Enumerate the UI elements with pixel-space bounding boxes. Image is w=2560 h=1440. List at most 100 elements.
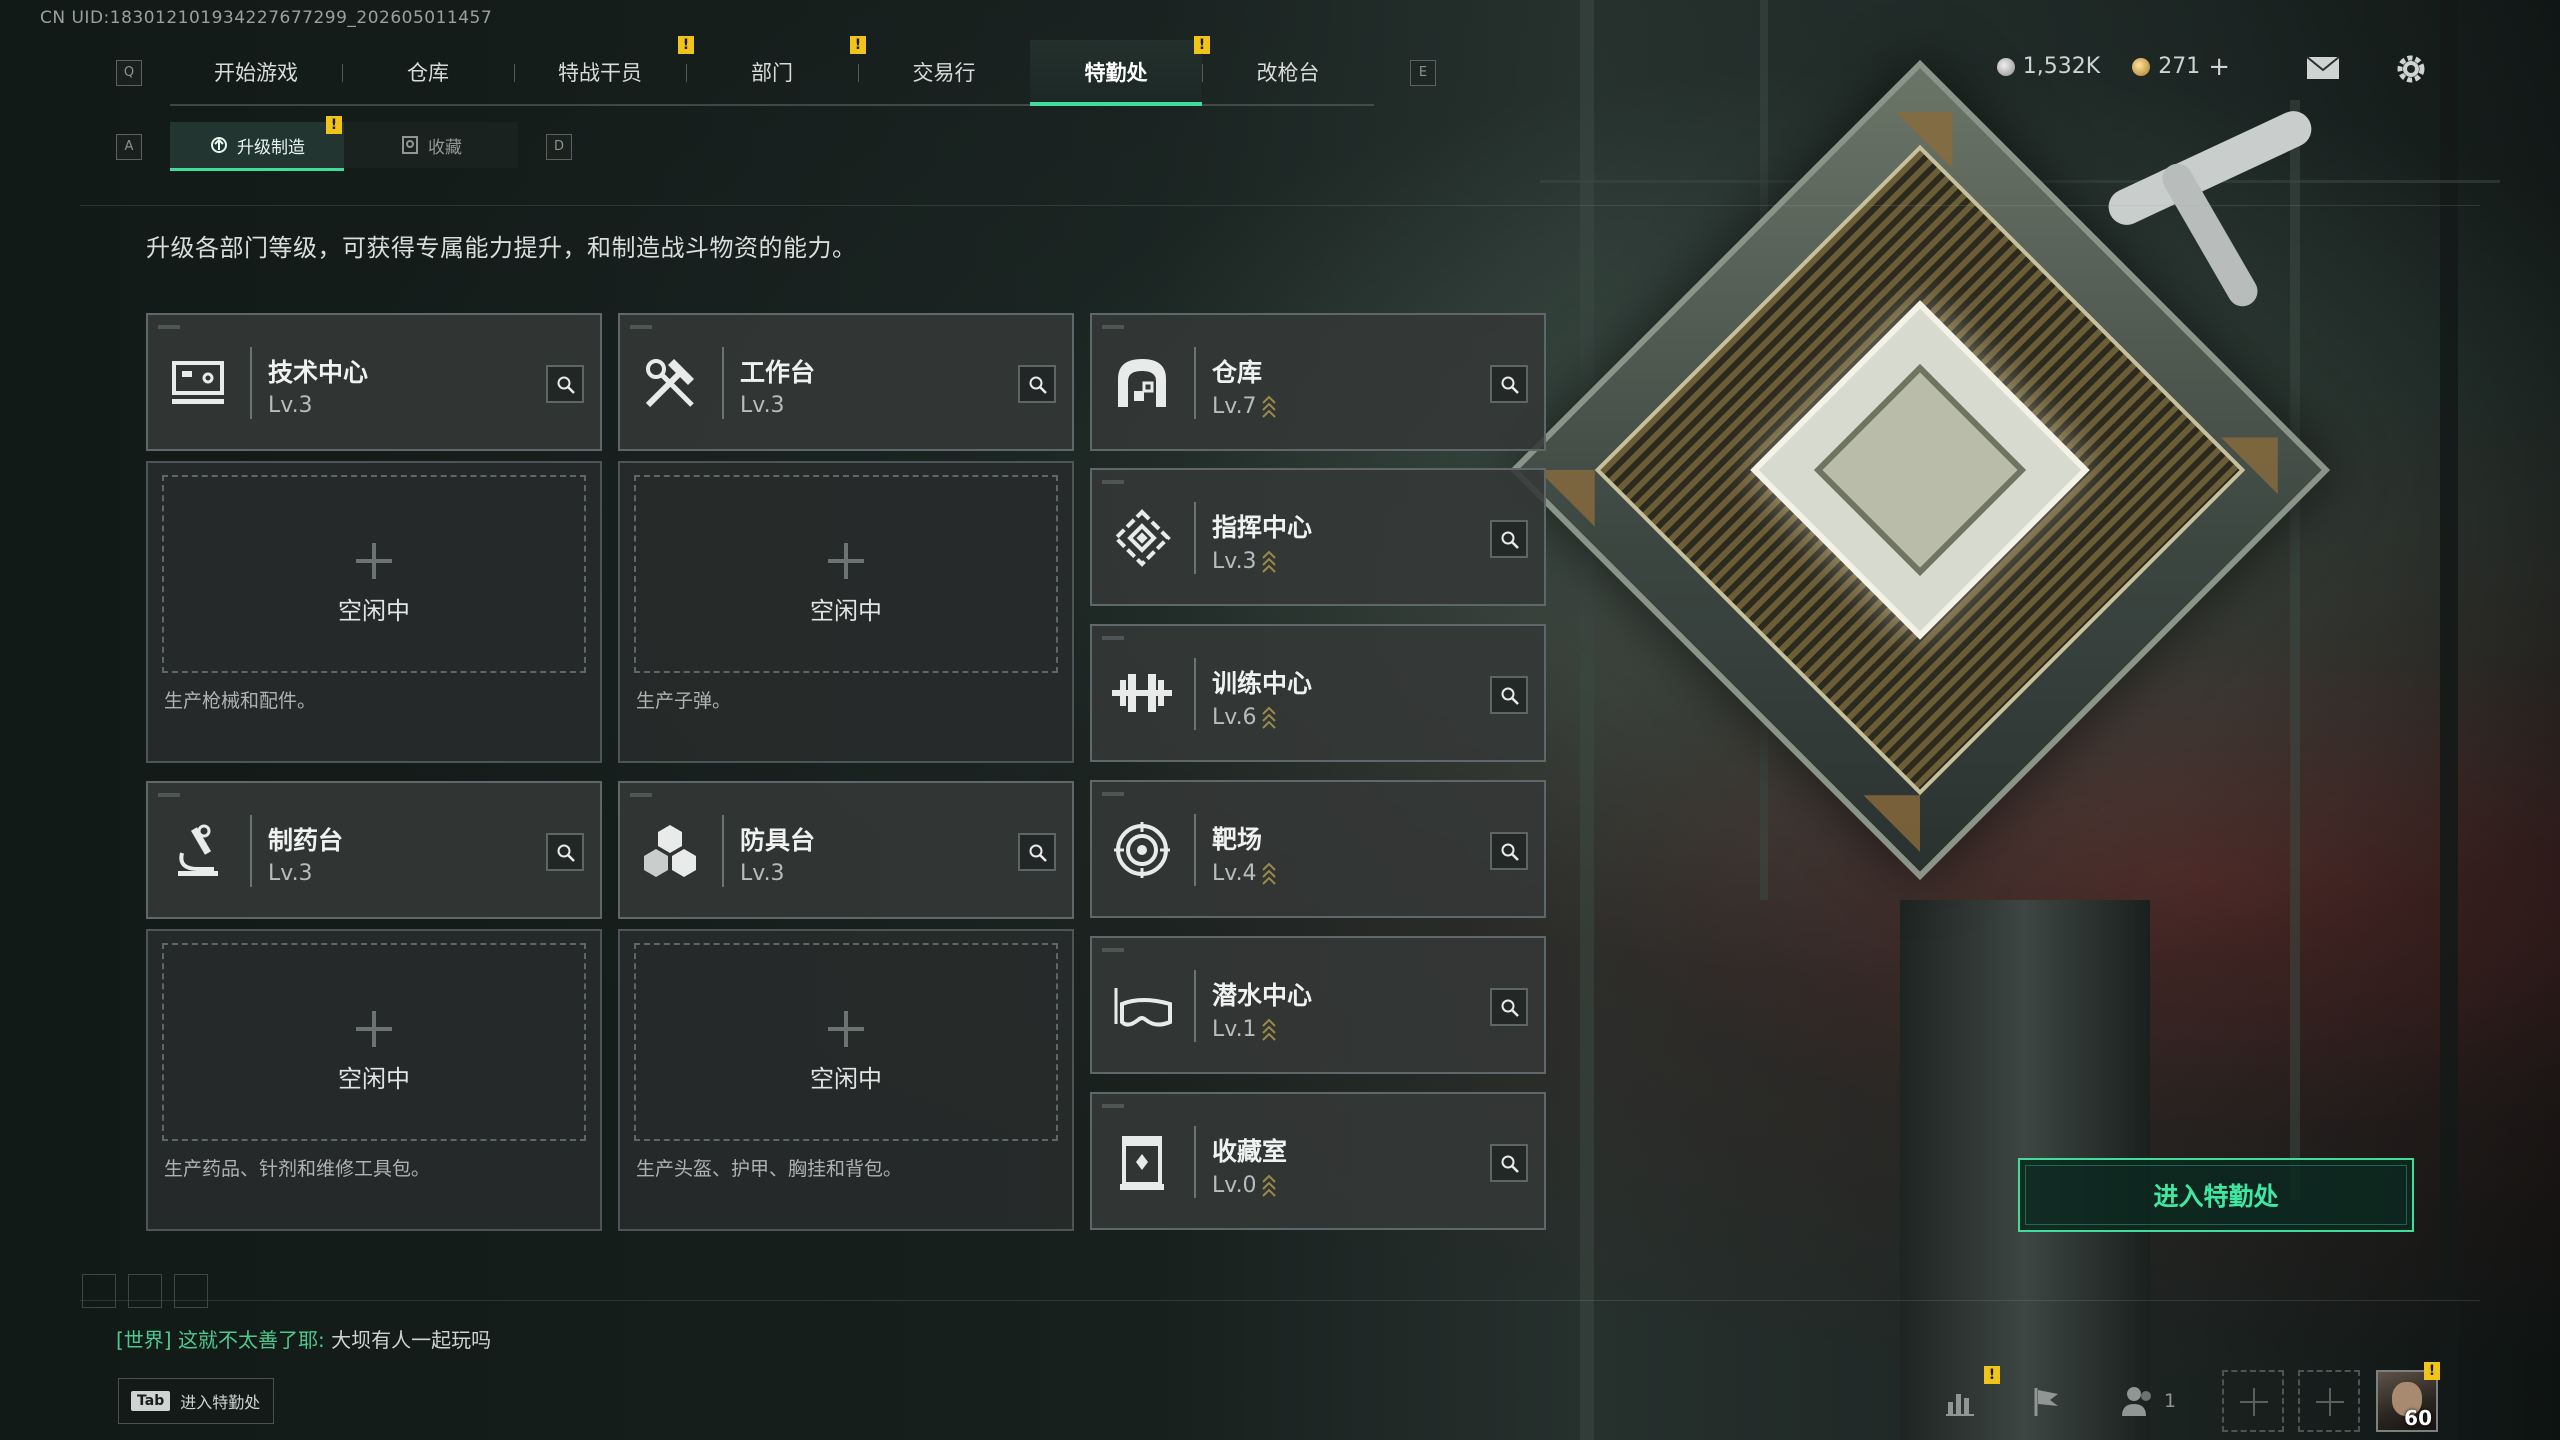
party-slot[interactable] bbox=[2298, 1370, 2360, 1432]
card-workbench[interactable]: 工作台 Lv.3 bbox=[618, 313, 1074, 451]
card-title: 仓库 bbox=[1212, 358, 1263, 387]
card-command-center[interactable]: 指挥中心 Lv.3 bbox=[1090, 468, 1546, 606]
stats-icon[interactable] bbox=[1944, 1384, 1978, 1418]
production-panel-workbench: 空闲中 生产子弹。 bbox=[618, 461, 1074, 763]
tech-center-icon bbox=[172, 361, 224, 404]
search-button[interactable] bbox=[1018, 833, 1056, 871]
production-panel-armor-bench: 空闲中 生产头盔、护甲、胸挂和背包。 bbox=[618, 929, 1074, 1231]
command-center-icon bbox=[1113, 509, 1171, 567]
card-pharmacy[interactable]: 制药台 Lv.3 bbox=[146, 781, 602, 919]
chat-channel: [世界] bbox=[116, 1328, 172, 1352]
card-collection-room[interactable]: 收藏室 Lv.0 bbox=[1090, 1092, 1546, 1230]
card-level: Lv.7 bbox=[1212, 393, 1277, 419]
tab-start-game[interactable]: 开始游戏 bbox=[170, 40, 342, 104]
search-button[interactable] bbox=[1490, 520, 1528, 558]
gold-currency[interactable]: 271 + bbox=[2132, 54, 2230, 80]
card-level: Lv.3 bbox=[268, 861, 313, 886]
level-up-icon bbox=[1261, 550, 1276, 573]
flag-icon[interactable] bbox=[2030, 1384, 2064, 1418]
production-desc: 生产药品、针剂和维修工具包。 bbox=[164, 1158, 431, 1180]
collection-icon bbox=[402, 136, 418, 154]
production-slot[interactable]: 空闲中 bbox=[162, 943, 586, 1141]
warehouse-icon bbox=[1118, 359, 1166, 407]
card-title: 工作台 bbox=[740, 358, 816, 387]
deco-square bbox=[174, 1274, 208, 1308]
card-title: 技术中心 bbox=[268, 358, 369, 387]
alert-badge: ! bbox=[1984, 1366, 2000, 1384]
level-up-icon bbox=[1261, 862, 1276, 885]
card-title: 制药台 bbox=[268, 826, 344, 855]
party-slot[interactable] bbox=[2222, 1370, 2284, 1432]
search-button[interactable] bbox=[546, 833, 584, 871]
gear-icon[interactable] bbox=[2394, 52, 2428, 86]
card-level: Lv.1 bbox=[1212, 1016, 1277, 1042]
shooting-range-icon bbox=[1114, 822, 1170, 878]
search-button[interactable] bbox=[1490, 365, 1528, 403]
chat-line[interactable]: [世界] 这就不太善了耶: 大坝有人一起玩吗 bbox=[116, 1324, 491, 1353]
search-button[interactable] bbox=[1018, 365, 1056, 403]
tab-key: Tab bbox=[131, 1391, 171, 1411]
card-title: 训练中心 bbox=[1212, 669, 1313, 698]
card-armor-bench[interactable]: 防具台 Lv.3 bbox=[618, 781, 1074, 919]
search-icon bbox=[1029, 376, 1047, 394]
subtab-collection[interactable]: 收藏 bbox=[344, 122, 518, 168]
production-slot[interactable]: 空闲中 bbox=[162, 475, 586, 673]
search-icon bbox=[557, 376, 575, 394]
card-diving-center[interactable]: 潜水中心 Lv.1 bbox=[1090, 936, 1546, 1074]
search-icon bbox=[1501, 376, 1519, 394]
production-slot[interactable]: 空闲中 bbox=[634, 943, 1058, 1141]
search-button[interactable] bbox=[1490, 988, 1528, 1026]
search-button[interactable] bbox=[1490, 832, 1528, 870]
search-button[interactable] bbox=[1490, 1144, 1528, 1182]
page-description: 升级各部门等级，可获得专属能力提升，和制造战斗物资的能力。 bbox=[146, 234, 857, 262]
key-hint-e: E bbox=[1410, 60, 1436, 86]
search-button[interactable] bbox=[546, 365, 584, 403]
key-hint-a: A bbox=[116, 134, 142, 160]
card-training-center[interactable]: 训练中心 Lv.6 bbox=[1090, 624, 1546, 762]
tab-hint-label: 进入特勤处 bbox=[180, 1393, 261, 1412]
level-up-icon bbox=[1261, 706, 1276, 729]
diving-center-icon bbox=[1114, 988, 1172, 1027]
search-button[interactable] bbox=[1490, 676, 1528, 714]
production-slot[interactable]: 空闲中 bbox=[634, 475, 1058, 673]
mail-icon[interactable] bbox=[2306, 56, 2340, 80]
card-title: 靶场 bbox=[1212, 825, 1263, 854]
search-icon bbox=[1029, 844, 1047, 862]
enter-special-ops-button[interactable]: 进入特勤处 bbox=[2018, 1158, 2414, 1232]
slot-status: 空闲中 bbox=[810, 597, 882, 625]
deco-square bbox=[128, 1274, 162, 1308]
search-icon bbox=[1501, 843, 1519, 861]
subtab-upgrade-craft[interactable]: 升级制造 ! bbox=[170, 116, 344, 171]
tab-warehouse[interactable]: 仓库 bbox=[342, 40, 514, 104]
slot-status: 空闲中 bbox=[338, 597, 410, 625]
add-currency-icon[interactable]: + bbox=[2208, 54, 2230, 80]
tab-departments[interactable]: 部门! bbox=[686, 36, 866, 104]
friends-online-count: 1 bbox=[2164, 1390, 2177, 1412]
tab-operators[interactable]: 特战干员! bbox=[514, 36, 694, 104]
collection-room-icon bbox=[1120, 1136, 1164, 1190]
alert-badge: ! bbox=[2424, 1362, 2440, 1380]
card-title: 收藏室 bbox=[1212, 1137, 1288, 1166]
key-hint-q: Q bbox=[116, 60, 142, 86]
gold-amount: 271 bbox=[2158, 54, 2201, 79]
card-warehouse[interactable]: 仓库 Lv.7 bbox=[1090, 313, 1546, 451]
top-nav: 开始游戏 仓库 特战干员! 部门! 交易行 特勤处! 改枪台 bbox=[170, 36, 1374, 106]
card-level: Lv.3 bbox=[740, 861, 785, 886]
card-tech-center[interactable]: 技术中心 Lv.3 bbox=[146, 313, 602, 451]
silver-currency[interactable]: 1,532K bbox=[1996, 54, 2100, 79]
tab-special-ops[interactable]: 特勤处! bbox=[1030, 36, 1210, 106]
tab-shortcut-hint[interactable]: Tab 进入特勤处 bbox=[118, 1378, 274, 1424]
plus-icon bbox=[828, 543, 864, 579]
tab-gunsmith[interactable]: 改枪台 bbox=[1202, 40, 1374, 104]
card-level: Lv.3 bbox=[1212, 548, 1277, 574]
friends-icon[interactable] bbox=[2120, 1384, 2156, 1418]
upgrade-craft-icon bbox=[211, 137, 227, 153]
production-desc: 生产头盔、护甲、胸挂和背包。 bbox=[636, 1158, 903, 1180]
card-level: Lv.6 bbox=[1212, 704, 1277, 730]
deco-square bbox=[82, 1274, 116, 1308]
card-title: 指挥中心 bbox=[1212, 513, 1313, 542]
card-level: Lv.0 bbox=[1212, 1172, 1277, 1198]
chat-message: 大坝有人一起玩吗 bbox=[331, 1328, 492, 1352]
card-shooting-range[interactable]: 靶场 Lv.4 bbox=[1090, 780, 1546, 918]
tab-trading[interactable]: 交易行 bbox=[858, 40, 1030, 104]
